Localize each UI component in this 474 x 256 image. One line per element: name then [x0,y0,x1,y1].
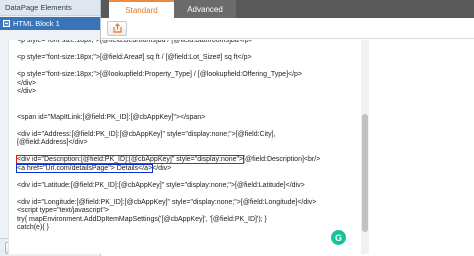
tree-item-label: HTML Block 1 [13,19,60,28]
export-button[interactable] [107,20,127,36]
tree-item-html-block-1[interactable]: HTML Block 1 [0,17,100,30]
code-line: <p style="font-size:18px;">[@field:Area#… [17,54,252,61]
code-line: <div id="Address:[@field:PK_ID]:[@cbAppK… [17,130,276,138]
tab-bar: Standard Advanced [101,0,474,18]
code-line: <span id="MapItLink:[@field:PK_ID]:[@cbA… [17,113,206,121]
code-content: <p style="font-size:18px;">[@field:Bedro… [9,40,360,233]
code-line: <script type="text/javascript"> [17,207,109,214]
editor-toolbar [101,18,474,39]
code-fragment: [@field:Description]<br/> [243,156,321,163]
code-line-description: <div id="Description:[@field:PK_ID]:[@cb… [15,155,354,165]
panel-header: DataPage Elements [0,0,100,16]
red-highlight-box: <div id="Description:[@field:PK_ID]:[@cb… [15,155,245,164]
blue-highlight-box: <a href="Url.com/detailsPage"> Details</… [15,163,154,173]
export-icon [112,23,122,33]
editor-scrollbar[interactable] [361,40,369,254]
code-line: <div id="Latitude:[@field:PK_ID]:[@cbApp… [17,181,305,189]
collapse-icon[interactable] [3,20,10,27]
code-line: [@field:Address]</div> [17,139,88,146]
code-line: </div> [17,88,37,95]
code-line: </div> [17,79,37,87]
grammarly-icon[interactable]: G [331,230,346,245]
code-line-details-link: <a href="Url.com/detailsPage"> Details</… [15,163,354,174]
tab-standard[interactable]: Standard [109,0,174,18]
code-line: try{ mapEnvironment.AddDpItemMapSettings… [17,215,267,223]
scrollbar-thumb[interactable] [362,114,368,232]
code-fragment: </div> [152,164,172,172]
code-line: <div id="Longitude:[@field:PK_ID]:[@cbAp… [17,198,317,206]
tab-advanced[interactable]: Advanced [174,0,236,18]
html-code-editor[interactable]: <p style="font-size:18px;">[@field:Bedro… [8,40,360,254]
code-line: <p style="font-size:18px;">[@lookupfield… [17,71,303,78]
code-line: catch(e){ } [17,224,49,231]
